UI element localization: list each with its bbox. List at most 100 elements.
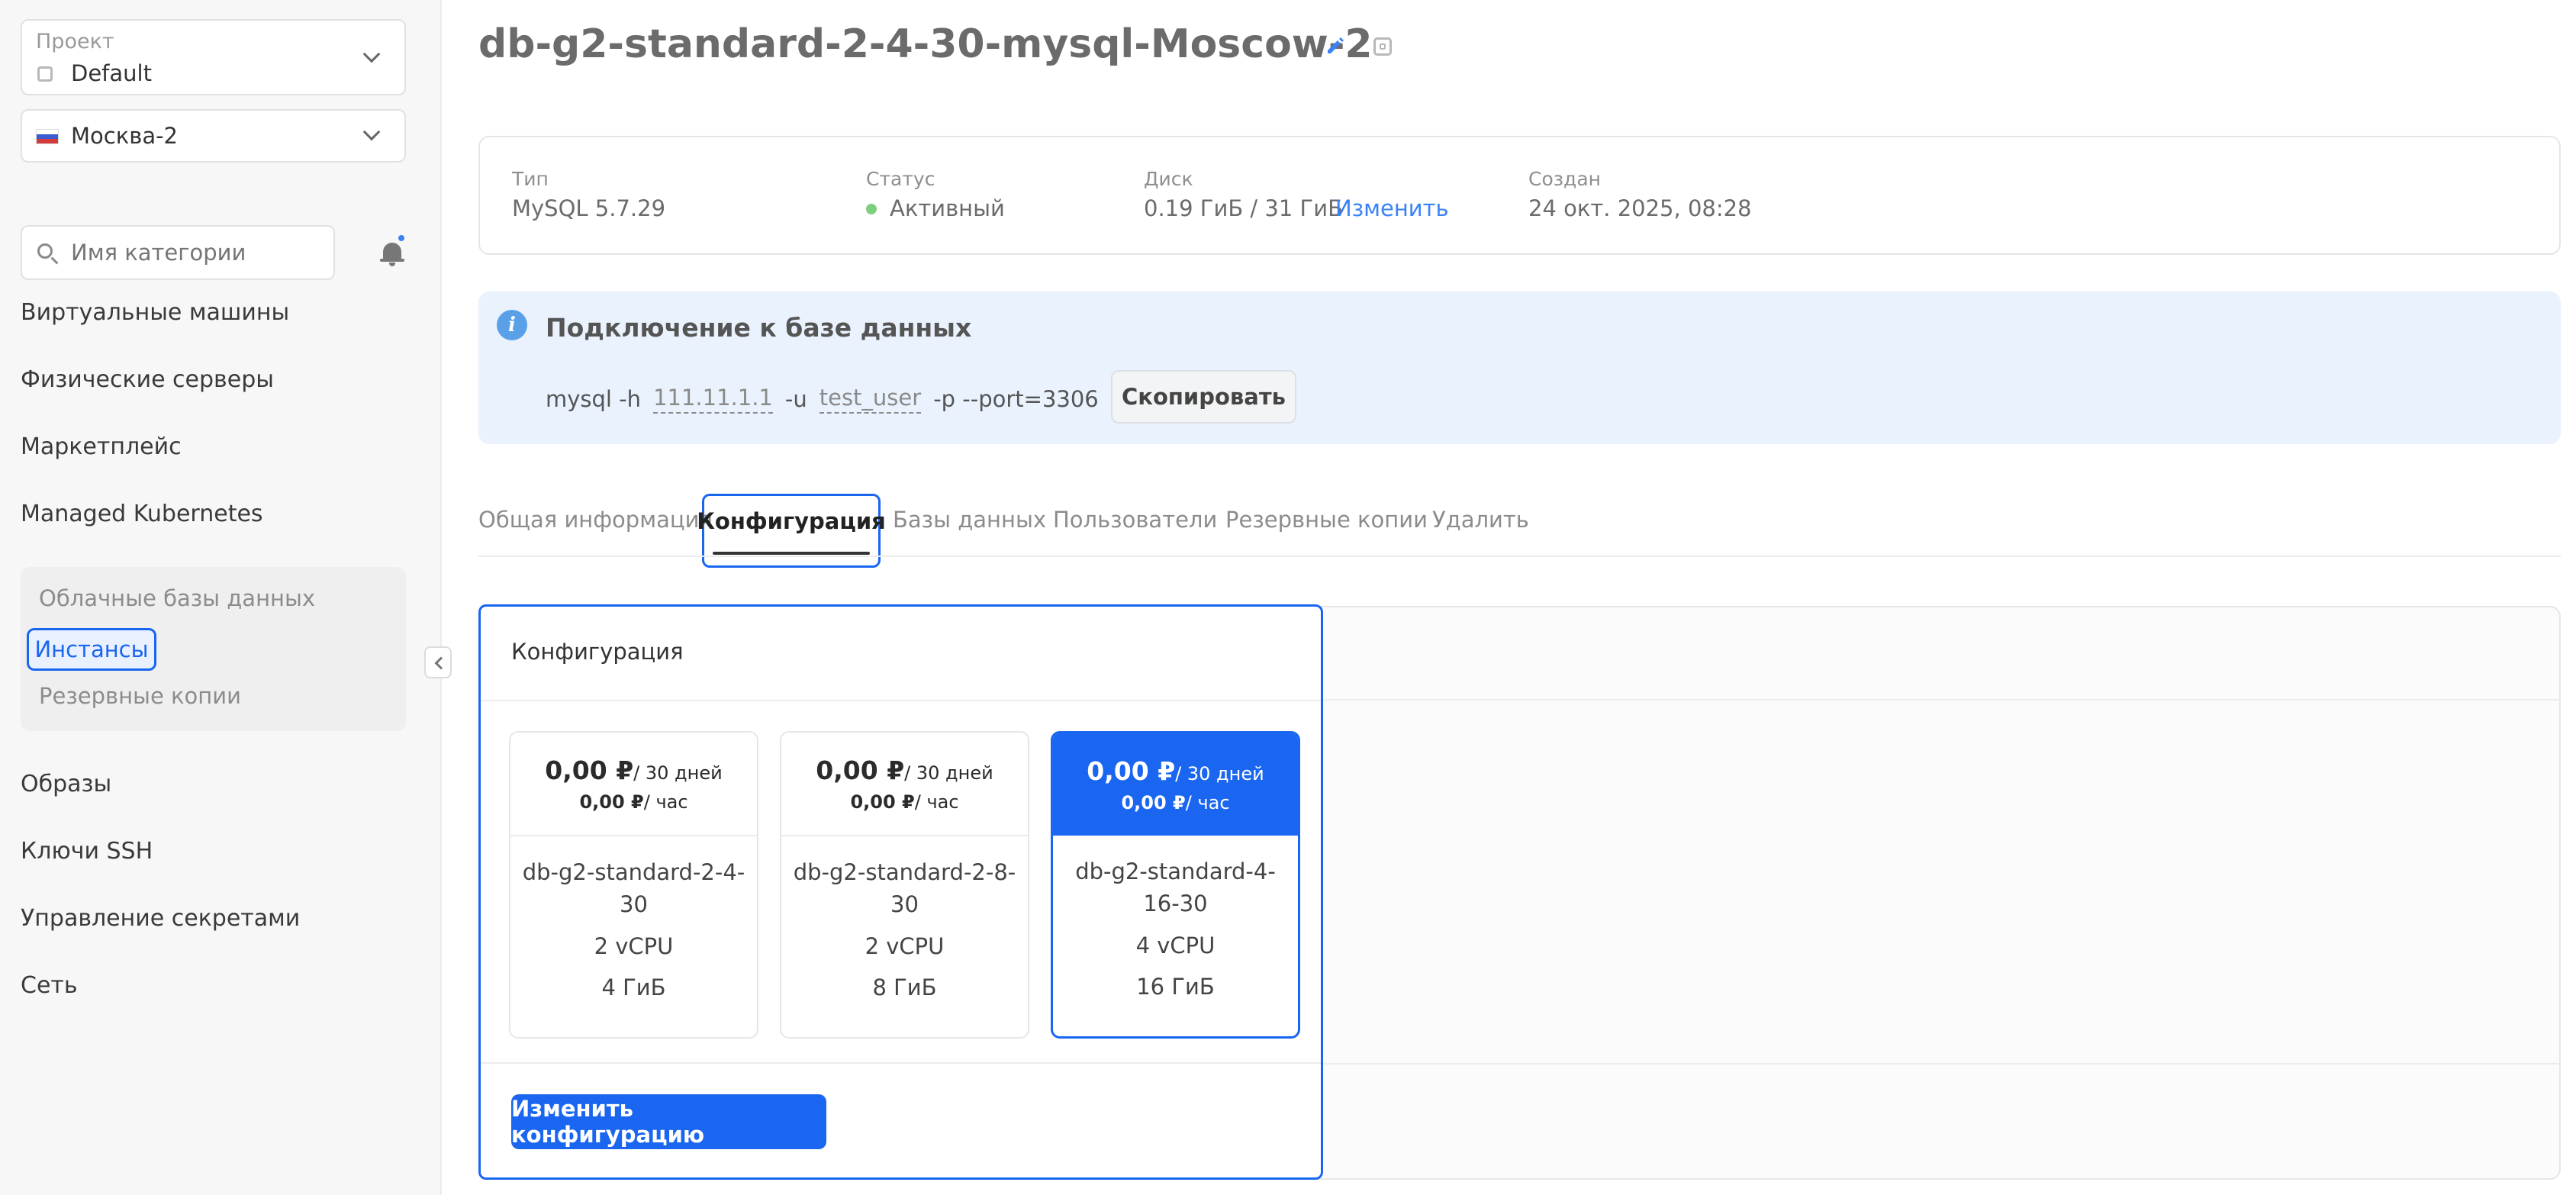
search-input[interactable] (69, 237, 321, 268)
disk-value: 0.19 ГиБ / 31 ГиБ (1144, 195, 1343, 221)
plan-price-header: 0,00 ₽/ 30 дней 0,00 ₽/ час (510, 733, 757, 836)
chevron-down-icon (362, 45, 381, 63)
project-icon (37, 66, 53, 82)
page-title: db-g2-standard-2-4-30-mysql-Moscow-2 (478, 21, 1373, 67)
cmd-user-flag: -u (784, 386, 807, 412)
tab-backups[interactable]: Резервные копии (1225, 507, 1428, 533)
notification-dot (397, 234, 406, 243)
plan-card[interactable]: 0,00 ₽/ 30 дней 0,00 ₽/ час db-g2-standa… (509, 731, 758, 1039)
nav-secrets-management[interactable]: Управление секретами (21, 905, 300, 932)
change-configuration-button[interactable]: Изменить конфигурацию (511, 1094, 826, 1149)
region-value: Москва-2 (71, 123, 179, 149)
configuration-panel: Конфигурация 0,00 ₽/ 30 дней 0,00 ₽/ час… (478, 604, 1323, 1180)
instance-info-card: Тип MySQL 5.7.29 Статус Активный Диск 0.… (478, 136, 2561, 255)
created-label: Создан (1528, 168, 1601, 190)
tab-general-info[interactable]: Общая информация (478, 507, 713, 533)
region-select[interactable]: Москва-2 (21, 109, 406, 163)
plan-name: db-g2-standard-2-8-30 (793, 859, 1016, 917)
bell-icon-base (380, 259, 404, 262)
plan-card[interactable]: 0,00 ₽/ 30 дней 0,00 ₽/ час db-g2-standa… (780, 731, 1029, 1039)
bell-icon-body (383, 243, 401, 259)
project-label: Проект (36, 30, 114, 53)
plan-details: db-g2-standard-2-8-30 2 vCPU 8 ГиБ (781, 836, 1028, 1003)
nav-marketplace[interactable]: Маркетплейс (21, 433, 182, 460)
created-value: 24 окт. 2025, 08:28 (1528, 195, 1752, 221)
status-value: Активный (890, 195, 1005, 221)
plan-hour-price: 0,00 ₽ (850, 791, 915, 813)
connection-title: Подключение к базе данных (546, 313, 972, 343)
connection-command: mysql -h 111.11.1.1 -u test_user -p --po… (546, 385, 1154, 414)
nav-network[interactable]: Сеть (21, 972, 78, 999)
sidebar: Проект Default Москва-2 Виртуальные маши… (0, 0, 442, 1195)
search-icon-handle (50, 256, 59, 265)
configuration-title: Конфигурация (511, 639, 684, 665)
nav-ssh-keys[interactable]: Ключи SSH (21, 838, 153, 865)
tab-delete[interactable]: Удалить (1432, 507, 1529, 533)
plan-hour-period: / час (643, 791, 688, 813)
id-badge-icon[interactable] (1373, 37, 1392, 56)
disk-label: Диск (1144, 168, 1193, 190)
cmd-host[interactable]: 111.11.1.1 (653, 385, 773, 414)
plan-name: db-g2-standard-4-16-30 (1075, 858, 1276, 916)
plan-details: db-g2-standard-4-16-30 4 vCPU 16 ГиБ (1053, 836, 1298, 1002)
search-icon (37, 243, 53, 259)
cmd-port: -p --port=3306 (933, 386, 1099, 412)
tab-databases[interactable]: Базы данных (893, 507, 1046, 533)
plan-cpu: 2 vCPU (865, 933, 945, 959)
plan-name: db-g2-standard-2-4-30 (522, 859, 745, 917)
status-dot (866, 204, 877, 214)
plan-cpu: 4 vCPU (1135, 932, 1216, 958)
info-icon: i (497, 310, 527, 340)
plan-hour-period: / час (1185, 791, 1230, 813)
subnav-cloud-databases-label[interactable]: Облачные базы данных (39, 585, 315, 611)
disk-change-link[interactable]: Изменить (1335, 195, 1449, 221)
chevron-left-icon (434, 656, 448, 670)
tab-active-underline (713, 552, 870, 555)
config-divider (481, 1062, 1321, 1064)
bell-icon-clapper (389, 263, 395, 266)
connection-box: i Подключение к базе данных mysql -h 111… (478, 292, 2561, 444)
plan-price-header: 0,00 ₽/ 30 дней 0,00 ₽/ час (1053, 733, 1298, 836)
nav-virtual-machines[interactable]: Виртуальные машины (21, 299, 289, 326)
plan-period: / 30 дней (1175, 762, 1264, 784)
nav-images[interactable]: Образы (21, 771, 111, 797)
config-divider (481, 700, 1321, 701)
plan-details: db-g2-standard-2-4-30 2 vCPU 4 ГиБ (510, 836, 757, 1003)
plan-ram: 4 ГиБ (601, 974, 666, 1000)
nav-managed-kubernetes[interactable]: Managed Kubernetes (21, 501, 263, 527)
subnav-instances[interactable]: Инстансы (27, 628, 156, 671)
plan-hour-price: 0,00 ₽ (579, 791, 644, 813)
bell-icon[interactable] (380, 234, 411, 272)
plan-ram: 8 ГиБ (872, 974, 937, 1000)
plan-cpu: 2 vCPU (594, 933, 674, 959)
status-label: Статус (866, 168, 935, 190)
tab-users[interactable]: Пользователи (1053, 507, 1217, 533)
nav-physical-servers[interactable]: Физические серверы (21, 366, 274, 393)
collapse-sidebar-button[interactable] (424, 646, 452, 678)
type-label: Тип (512, 168, 549, 190)
project-select[interactable]: Проект Default (21, 19, 406, 95)
plan-period: / 30 дней (904, 762, 993, 784)
tabs-divider (478, 556, 2561, 557)
plan-ram: 16 ГиБ (1136, 974, 1215, 1000)
id-badge-icon-inner (1380, 43, 1386, 50)
plan-price-header: 0,00 ₽/ 30 дней 0,00 ₽/ час (781, 733, 1028, 836)
cmd-prefix: mysql -h (546, 386, 642, 412)
tab-configuration-label: Конфигурация (697, 508, 886, 534)
plan-price: 0,00 ₽ (816, 755, 905, 785)
plan-period: / 30 дней (633, 762, 723, 784)
type-value: MySQL 5.7.29 (512, 195, 666, 221)
subnav-cloud-databases: Облачные базы данных Инстансы Резервные … (21, 567, 406, 731)
plan-price: 0,00 ₽ (1087, 755, 1176, 786)
subnav-backups[interactable]: Резервные копии (39, 683, 241, 709)
cmd-user[interactable]: test_user (819, 385, 922, 414)
edit-pencil-icon[interactable] (1325, 35, 1346, 56)
copy-button[interactable]: Скопировать (1111, 370, 1296, 424)
plan-hour-price: 0,00 ₽ (1121, 791, 1186, 813)
plan-hour-period: / час (914, 791, 959, 813)
plan-price: 0,00 ₽ (545, 755, 634, 785)
russia-flag-icon (36, 129, 59, 144)
project-value: Default (71, 60, 152, 86)
category-search[interactable] (21, 225, 335, 280)
plan-card-selected[interactable]: 0,00 ₽/ 30 дней 0,00 ₽/ час db-g2-standa… (1051, 731, 1300, 1039)
